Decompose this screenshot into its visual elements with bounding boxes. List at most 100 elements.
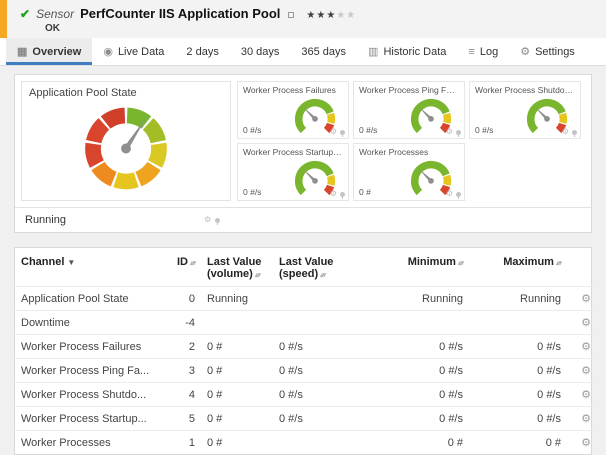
last-volume-cell: 0 # bbox=[201, 431, 273, 455]
last-volume-cell: 0 # bbox=[201, 407, 273, 431]
minimum-cell bbox=[365, 311, 469, 335]
table-row: Application Pool State 0 Running Running… bbox=[15, 287, 597, 311]
tab-settings[interactable]: ⚙Settings bbox=[509, 38, 586, 65]
status-accent-stripe bbox=[0, 0, 7, 38]
gauge-box-worker-process-ping-failures[interactable]: Worker Process Ping Failures 0 #/s ⚙ bbox=[353, 81, 465, 139]
sort-icon: ▴▾ bbox=[458, 260, 463, 267]
id-cell: -4 bbox=[163, 311, 201, 335]
sort-icon: ▴▾ bbox=[556, 260, 561, 267]
tab-live-data[interactable]: ◉Live Data bbox=[92, 38, 175, 65]
maximum-cell: 0 #/s bbox=[469, 359, 567, 383]
gauge-value: 0 #/s bbox=[243, 187, 261, 197]
gauge-value: 0 #/s bbox=[359, 125, 377, 135]
pin-icon[interactable] bbox=[456, 130, 461, 135]
tab-2-days[interactable]: 2 days bbox=[175, 38, 229, 65]
gauge-hub bbox=[121, 144, 131, 154]
overview-gauges-panel: Application Pool State Work bbox=[14, 74, 592, 233]
last-speed-cell: 0 #/s bbox=[273, 407, 365, 431]
pin-icon[interactable] bbox=[215, 218, 220, 223]
channel-settings-icon[interactable]: ⚙ bbox=[567, 407, 597, 431]
star-icon[interactable]: ★ bbox=[336, 10, 346, 21]
channel-cell: Worker Process Startup... bbox=[15, 407, 163, 431]
table-row: Worker Process Ping Fa... 3 0 # 0 #/s 0 … bbox=[15, 359, 597, 383]
id-cell: 5 bbox=[163, 407, 201, 431]
gauge-settings-icon[interactable]: ⚙ bbox=[446, 190, 453, 198]
minimum-cell: Running bbox=[365, 287, 469, 311]
gauge-box-worker-process-failures[interactable]: Worker Process Failures 0 #/s ⚙ bbox=[237, 81, 349, 139]
tab-30-days[interactable]: 30 days bbox=[230, 38, 291, 65]
sensor-header: ✔ Sensor PerfCounter IIS Application Poo… bbox=[0, 0, 606, 38]
table-row: Worker Process Failures 2 0 # 0 #/s 0 #/… bbox=[15, 335, 597, 359]
pin-icon[interactable] bbox=[340, 130, 345, 135]
star-icon[interactable]: ★ bbox=[306, 10, 316, 21]
sort-icon: ▴▾ bbox=[190, 260, 195, 267]
col-header-last-value-speed[interactable]: Last Value (speed)▴▾ bbox=[273, 248, 365, 287]
log-icon: ≡ bbox=[468, 46, 474, 58]
channel-settings-icon[interactable]: ⚙ bbox=[567, 383, 597, 407]
gauge-settings-icon[interactable]: ⚙ bbox=[330, 190, 337, 198]
channel-cell: Worker Process Failures bbox=[15, 335, 163, 359]
minimum-cell: 0 # bbox=[365, 431, 469, 455]
gauge-settings-icon[interactable]: ⚙ bbox=[204, 216, 211, 224]
col-header-id[interactable]: ID▴▾ bbox=[163, 248, 201, 287]
gauge-box-worker-process-startup-failures[interactable]: Worker Process Startup Failu... 0 #/s ⚙ bbox=[237, 143, 349, 201]
application-pool-state-box[interactable]: Application Pool State bbox=[21, 81, 231, 201]
pin-icon[interactable] bbox=[456, 192, 461, 197]
channel-cell: Application Pool State bbox=[15, 287, 163, 311]
main-gauge-title: Application Pool State bbox=[22, 82, 230, 99]
minimum-cell: 0 #/s bbox=[365, 383, 469, 407]
minimum-cell: 0 #/s bbox=[365, 335, 469, 359]
tab-historic-data[interactable]: ▥Historic Data bbox=[357, 38, 457, 65]
id-cell: 0 bbox=[163, 287, 201, 311]
last-volume-cell: Running bbox=[201, 287, 273, 311]
col-header-maximum[interactable]: Maximum▴▾ bbox=[469, 248, 567, 287]
last-speed-cell bbox=[273, 311, 365, 335]
tab-bar: ▦Overview ◉Live Data 2 days 30 days 365 … bbox=[0, 38, 606, 66]
channel-settings-icon[interactable]: ⚙ bbox=[567, 311, 597, 335]
gauge-box-worker-process-shutdown-failures[interactable]: Worker Process Shutdown F... 0 #/s ⚙ bbox=[469, 81, 581, 139]
star-icon[interactable]: ★ bbox=[316, 10, 326, 21]
gauge-box-worker-processes[interactable]: Worker Processes 0 # ⚙ bbox=[353, 143, 465, 201]
channel-settings-icon[interactable]: ⚙ bbox=[567, 431, 597, 455]
star-icon[interactable]: ★ bbox=[346, 10, 356, 21]
col-header-last-value-volume[interactable]: Last Value (volume)▴▾ bbox=[201, 248, 273, 287]
last-volume-cell bbox=[201, 311, 273, 335]
gauge-settings-icon[interactable]: ⚙ bbox=[330, 128, 337, 136]
gauge-settings-icon[interactable]: ⚙ bbox=[446, 128, 453, 136]
pin-icon[interactable] bbox=[572, 130, 577, 135]
last-speed-cell: 0 #/s bbox=[273, 383, 365, 407]
star-icon[interactable]: ★ bbox=[326, 10, 336, 21]
small-gauges-grid: Worker Process Failures 0 #/s ⚙ Worker P… bbox=[237, 81, 585, 201]
last-speed-cell bbox=[273, 287, 365, 311]
col-header-actions bbox=[567, 248, 597, 287]
tab-overview[interactable]: ▦Overview bbox=[6, 38, 92, 65]
gauge-settings-icon[interactable]: ⚙ bbox=[562, 128, 569, 136]
maximum-cell: 0 #/s bbox=[469, 335, 567, 359]
gauge-value: 0 #/s bbox=[243, 125, 261, 135]
id-cell: 2 bbox=[163, 335, 201, 359]
channel-cell: Worker Process Ping Fa... bbox=[15, 359, 163, 383]
last-volume-cell: 0 # bbox=[201, 335, 273, 359]
status-badge: OK bbox=[45, 23, 596, 34]
maximum-cell: Running bbox=[469, 287, 567, 311]
col-header-minimum[interactable]: Minimum▴▾ bbox=[365, 248, 469, 287]
sensor-info-icon[interactable] bbox=[288, 12, 294, 18]
overview-icon: ▦ bbox=[17, 45, 27, 58]
pin-icon[interactable] bbox=[340, 192, 345, 197]
id-cell: 3 bbox=[163, 359, 201, 383]
sort-icon: ▴▾ bbox=[320, 272, 325, 279]
priority-stars[interactable]: ★★★★★ bbox=[306, 10, 356, 21]
gauge-value: 0 #/s bbox=[475, 125, 493, 135]
sort-icon: ▴▾ bbox=[255, 272, 260, 279]
col-header-channel[interactable]: Channel▼ bbox=[15, 248, 163, 287]
channel-settings-icon[interactable]: ⚙ bbox=[567, 335, 597, 359]
channel-settings-icon[interactable]: ⚙ bbox=[567, 287, 597, 311]
page-title: PerfCounter IIS Application Pool bbox=[80, 6, 280, 21]
ok-check-icon: ✔ bbox=[20, 7, 30, 21]
historic-data-icon: ▥ bbox=[368, 45, 378, 58]
channel-settings-icon[interactable]: ⚙ bbox=[567, 359, 597, 383]
tab-log[interactable]: ≡Log bbox=[457, 38, 509, 65]
tab-365-days[interactable]: 365 days bbox=[290, 38, 357, 65]
last-speed-cell: 0 #/s bbox=[273, 359, 365, 383]
last-speed-cell: 0 #/s bbox=[273, 335, 365, 359]
